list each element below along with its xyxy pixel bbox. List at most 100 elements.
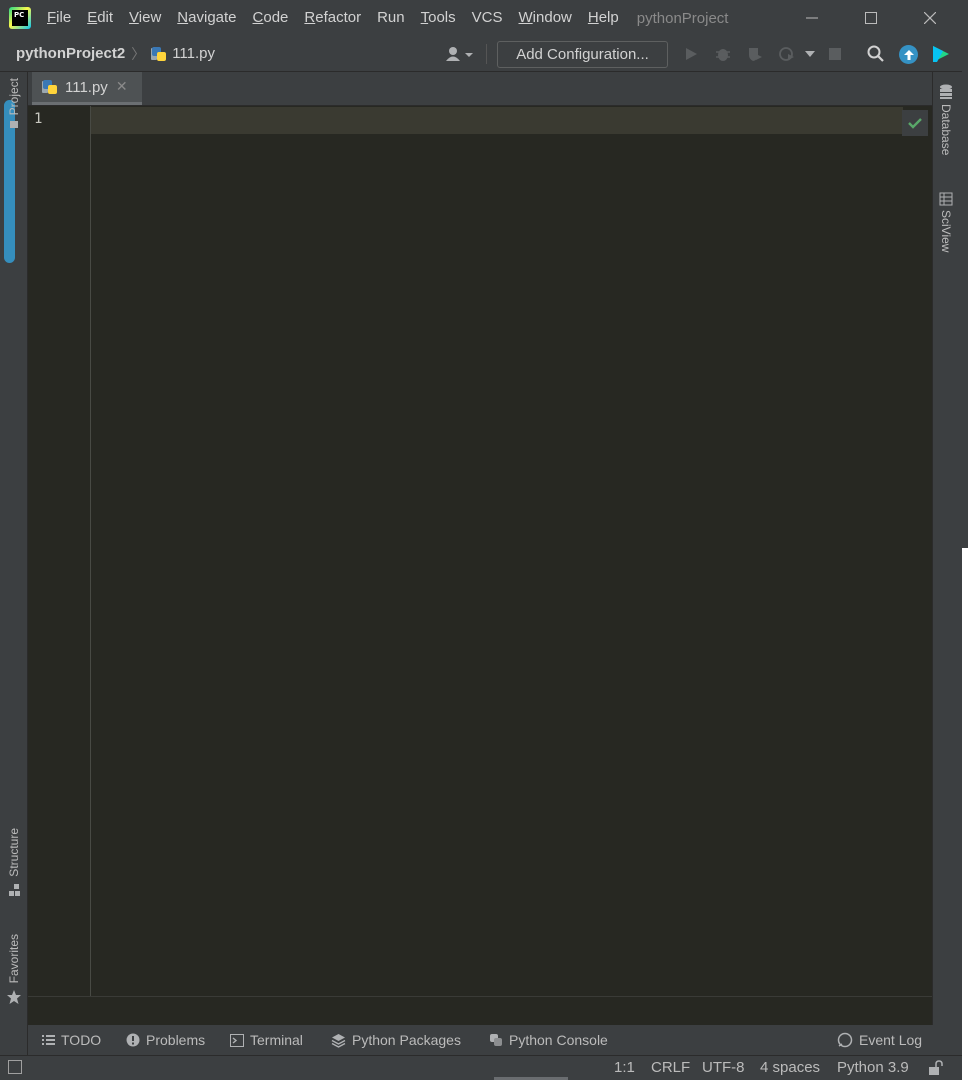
menu-mnemonic: W [518, 9, 533, 26]
favorites-tool-tab[interactable]: Favorites [0, 934, 28, 1005]
todo-tool-button[interactable]: TODO [42, 1032, 101, 1048]
minimize-button[interactable] [789, 0, 835, 36]
editor-bottom-area [28, 996, 932, 1025]
jetbrains-toolbox-button[interactable] [931, 44, 951, 64]
menu-tools[interactable]: Tools [413, 0, 464, 36]
list-icon [42, 1035, 55, 1045]
menu-label: ode [263, 9, 289, 26]
bottom-tool-bar: TODO Problems Terminal Python Packages P… [28, 1025, 962, 1055]
editor-tab-111-py[interactable]: 111.py ✕ [32, 72, 142, 105]
menu-edit[interactable]: Edit [79, 0, 121, 36]
run-button[interactable] [681, 44, 701, 64]
stop-button[interactable] [825, 44, 845, 64]
python-file-icon [151, 46, 167, 62]
update-button[interactable] [899, 45, 918, 64]
database-tool-tab[interactable]: Database [939, 84, 953, 155]
editor-gutter[interactable]: 1 [28, 106, 91, 996]
python-interpreter[interactable]: Python 3.9 [837, 1059, 909, 1076]
chevron-down-icon [805, 51, 815, 57]
structure-tool-tab[interactable]: Structure [0, 828, 28, 897]
event-log-tool-button[interactable]: Event Log [837, 1032, 922, 1048]
python-packages-tool-button[interactable]: Python Packages [331, 1032, 461, 1048]
line-separator[interactable]: CRLF [651, 1059, 690, 1076]
python-console-icon [490, 1034, 502, 1046]
breadcrumb-file-label: 111.py [172, 45, 215, 62]
debug-bug-icon [716, 49, 730, 61]
menu-mnemonic: N [177, 9, 189, 26]
problems-icon [126, 1033, 140, 1047]
favorites-tool-label: Favorites [7, 934, 21, 984]
python-file-icon [42, 79, 58, 95]
project-tool-tab[interactable]: Project [0, 78, 28, 129]
sciview-tool-tab[interactable]: SciView [939, 192, 953, 252]
menu-label: VCS [471, 9, 503, 26]
status-bar: 1:1 CRLF UTF-8 4 spaces Python 3.9 [0, 1055, 962, 1080]
project-tool-label: Project [7, 78, 21, 116]
coverage-shield-icon [749, 48, 762, 61]
add-configuration-button[interactable]: Add Configuration... [497, 41, 668, 68]
menu-refactor[interactable]: Refactor [296, 0, 369, 36]
menu-view[interactable]: View [121, 0, 169, 36]
menu-help[interactable]: Help [580, 0, 627, 36]
breadcrumb-project[interactable]: pythonProject2 [16, 45, 125, 62]
python-packages-label: Python Packages [352, 1032, 461, 1048]
lock-open-icon[interactable] [927, 1060, 943, 1076]
event-log-icon [837, 1032, 853, 1048]
todo-label: TODO [61, 1032, 102, 1048]
maximize-button[interactable] [848, 0, 894, 36]
database-icon [940, 84, 952, 99]
menu-run[interactable]: Run [369, 0, 413, 36]
file-encoding[interactable]: UTF-8 [702, 1059, 745, 1076]
breadcrumb-separator-icon: 〉 [131, 46, 146, 63]
caret-position[interactable]: 1:1 [614, 1059, 635, 1076]
line-number: 1 [34, 111, 43, 127]
inspection-status-button[interactable] [902, 110, 928, 136]
run-icon [686, 48, 697, 60]
tool-window-layout-icon[interactable] [8, 1060, 22, 1074]
code-with-me-button[interactable] [442, 44, 476, 64]
pycharm-logo-icon[interactable]: PC [9, 7, 31, 29]
menu-label: iew [138, 9, 162, 26]
code-editor[interactable]: 1 [28, 106, 932, 996]
menu-mnemonic: H [587, 9, 599, 26]
python-console-tool-button[interactable]: Python Console [489, 1032, 608, 1048]
debug-button[interactable] [713, 44, 733, 64]
menu-vcs[interactable]: VCS [464, 0, 511, 36]
checkmark-icon [908, 118, 922, 129]
run-with-coverage-button[interactable] [745, 44, 765, 64]
menu-mnemonic: E [87, 9, 98, 26]
menu-label: ools [428, 9, 456, 26]
menu-label: indow [532, 9, 572, 26]
problems-tool-button[interactable]: Problems [126, 1032, 205, 1048]
folder-icon [10, 121, 18, 129]
indent-setting[interactable]: 4 spaces [760, 1059, 820, 1076]
menu-code[interactable]: Code [245, 0, 297, 36]
menu-mnemonic: T [420, 9, 429, 26]
editor-tab-label: 111.py [65, 78, 108, 96]
menu-label: Run [377, 9, 405, 26]
profile-button[interactable] [777, 44, 797, 64]
menu-navigate[interactable]: Navigate [169, 0, 244, 36]
breadcrumb-file[interactable]: 111.py [151, 45, 215, 62]
close-window-button[interactable] [907, 0, 953, 36]
menu-mnemonic: R [304, 9, 316, 26]
close-icon [924, 12, 936, 24]
tab-close-icon[interactable]: ✕ [116, 79, 128, 95]
terminal-label: Terminal [250, 1032, 303, 1048]
sciview-tool-label: SciView [939, 210, 953, 253]
arrow-up-icon [903, 49, 914, 60]
menu-label: ile [56, 9, 72, 26]
layers-icon [331, 1033, 346, 1048]
terminal-tool-button[interactable]: Terminal [230, 1032, 303, 1048]
sciview-grid-icon [939, 192, 953, 206]
search-everywhere-button[interactable] [866, 44, 886, 64]
profile-clock-icon [779, 47, 794, 61]
menu-file[interactable]: File [39, 0, 79, 36]
menu-window[interactable]: Window [511, 0, 580, 36]
structure-icon [9, 883, 20, 896]
menu-mnemonic: V [129, 9, 139, 26]
menu-label: elp [598, 9, 619, 26]
terminal-icon [230, 1033, 244, 1047]
more-run-options-button[interactable] [800, 44, 820, 64]
star-icon [7, 990, 21, 1005]
